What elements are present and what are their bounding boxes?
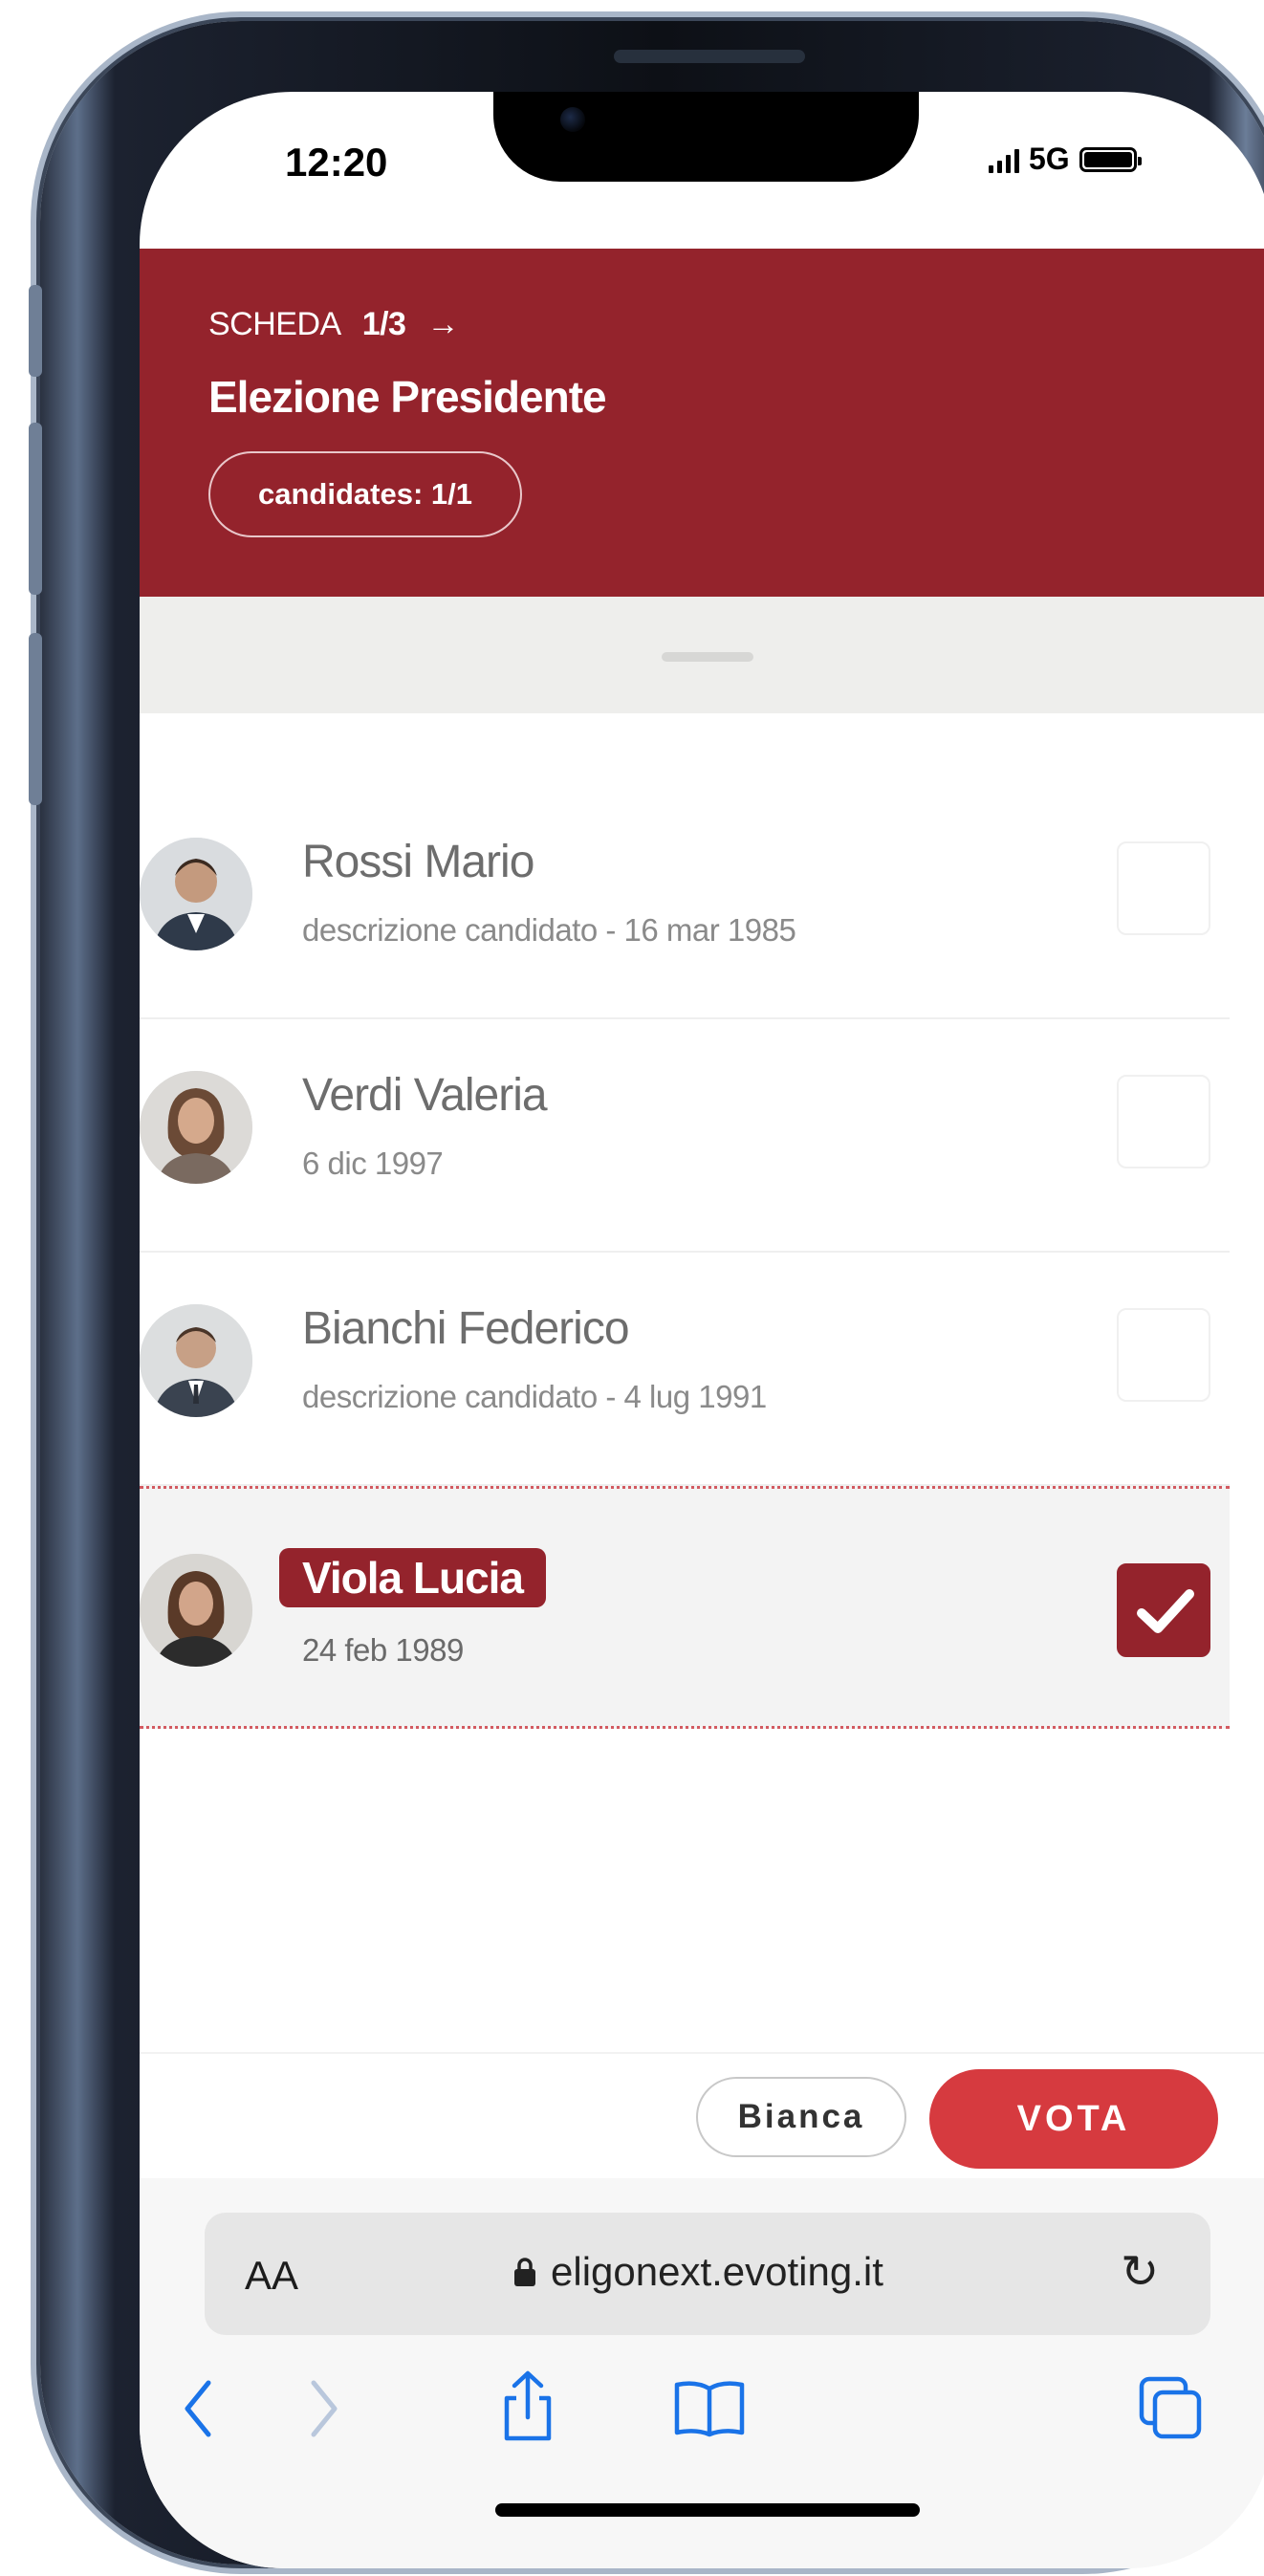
section-label: SCHEDA (208, 306, 341, 342)
page-indicator: 1/3 (361, 306, 406, 342)
front-camera (560, 107, 585, 132)
reload-icon[interactable]: ↻ (1121, 2245, 1159, 2299)
female-portrait-icon (140, 1071, 252, 1184)
male-portrait-icon (140, 1304, 252, 1417)
network-type: 5G (1029, 142, 1070, 176)
text-size-button[interactable]: AA (245, 2253, 298, 2299)
candidate-name: Viola Lucia (279, 1548, 547, 1607)
candidate-list: Rossi Mario descrizione candidato - 16 m… (140, 786, 1230, 1729)
drag-handle[interactable] (662, 652, 753, 662)
tabs-icon[interactable] (1138, 2375, 1205, 2440)
ballot-header: SCHEDA 1/3 → Elezione Presidente candida… (140, 249, 1264, 597)
candidate-row-selected[interactable]: Viola Lucia 24 feb 1989 (140, 1486, 1230, 1729)
phone-frame: 12:20 5G SCHEDA 1/3 → Elezione President… (29, 21, 1264, 2568)
arrow-right-icon[interactable]: → (426, 306, 459, 343)
phone-screen: 12:20 5G SCHEDA 1/3 → Elezione President… (140, 92, 1264, 2568)
page-title: Elezione Presidente (208, 372, 607, 422)
battery-icon (1079, 146, 1142, 172)
status-time: 12:20 (285, 140, 388, 185)
notch (493, 92, 919, 182)
candidate-name: Verdi Valeria (302, 1070, 548, 1121)
candidate-name: Rossi Mario (302, 837, 534, 887)
url-display[interactable]: eligonext.evoting.it (512, 2249, 883, 2295)
status-indicators: 5G (989, 142, 1142, 177)
back-icon[interactable] (180, 2377, 218, 2440)
checkmark-icon (1137, 1589, 1194, 1633)
url-text: eligonext.evoting.it (551, 2249, 883, 2294)
male-portrait-icon (140, 838, 252, 950)
candidates-count-badge: candidates: 1/1 (208, 451, 522, 537)
share-icon[interactable] (499, 2369, 556, 2444)
candidate-row[interactable]: Verdi Valeria 6 dic 1997 (140, 1019, 1230, 1253)
candidate-row[interactable]: Bianchi Federico descrizione candidato -… (140, 1253, 1230, 1486)
candidate-checkbox-checked[interactable] (1117, 1563, 1210, 1657)
blank-ballot-button[interactable]: Bianca (696, 2077, 906, 2157)
ballot-breadcrumb[interactable]: SCHEDA 1/3 → (208, 306, 459, 343)
candidate-checkbox[interactable] (1117, 841, 1210, 935)
mute-switch (29, 285, 42, 377)
address-bar[interactable]: AA eligonext.evoting.it ↻ (205, 2213, 1210, 2335)
text-size-label: AA (245, 2253, 299, 2298)
ballot-actions: Bianca VOTA (140, 2052, 1264, 2180)
candidate-description: 6 dic 1997 (302, 1146, 444, 1181)
vote-button[interactable]: VOTA (929, 2069, 1218, 2169)
cellular-signal-icon (989, 146, 1019, 173)
bookmarks-icon[interactable] (673, 2379, 746, 2438)
earpiece-speaker (614, 50, 805, 63)
home-indicator[interactable] (495, 2503, 920, 2517)
candidate-name: Bianchi Federico (302, 1303, 630, 1354)
volume-up-button (29, 423, 42, 595)
candidate-checkbox[interactable] (1117, 1075, 1210, 1168)
lock-icon (514, 2258, 535, 2286)
candidate-description: descrizione candidato - 16 mar 1985 (302, 912, 796, 948)
forward-icon[interactable] (304, 2377, 342, 2440)
female-portrait-icon (140, 1554, 252, 1667)
candidate-checkbox[interactable] (1117, 1308, 1210, 1402)
browser-toolbar (140, 2369, 1264, 2456)
candidate-description: 24 feb 1989 (302, 1632, 464, 1668)
volume-down-button (29, 633, 42, 805)
candidate-description: descrizione candidato - 4 lug 1991 (302, 1379, 767, 1414)
candidate-row[interactable]: Rossi Mario descrizione candidato - 16 m… (140, 786, 1230, 1019)
sheet-handle-area[interactable] (140, 597, 1264, 713)
